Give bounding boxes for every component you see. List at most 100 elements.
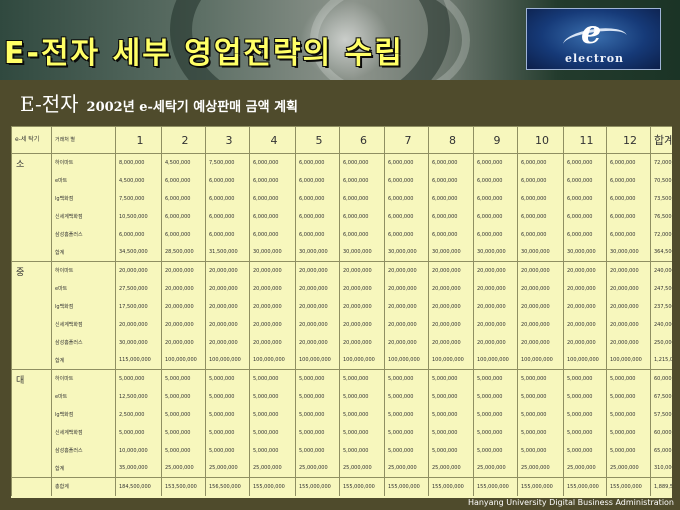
month-value: 6,000,000 <box>517 189 564 208</box>
grand-total-value: 155,000,000 <box>249 477 296 496</box>
month-value: 20,000,000 <box>205 315 250 334</box>
month-value: 20,000,000 <box>428 333 474 352</box>
month-value: 6,000,000 <box>249 171 296 190</box>
month-value: 20,000,000 <box>339 279 385 298</box>
month-value: 100,000,000 <box>517 351 564 370</box>
month-value: 30,000,000 <box>249 243 296 262</box>
month-value: 5,000,000 <box>384 441 429 460</box>
month-value: 5,000,000 <box>339 441 385 460</box>
month-value: 100,000,000 <box>249 351 296 370</box>
month-value: 20,000,000 <box>384 315 429 334</box>
month-value: 20,000,000 <box>249 297 296 316</box>
month-value: 6,000,000 <box>473 225 518 244</box>
table-row: 신세계백화점 5,000,000 5,000,000 5,000,000 5,000,0… <box>12 423 672 442</box>
header-month: 11 <box>563 126 607 154</box>
month-value: 5,000,000 <box>384 369 429 388</box>
electron-logo: e electron <box>526 8 661 70</box>
month-value: 6,000,000 <box>384 207 429 226</box>
row-total: 60,000,000 <box>650 423 672 442</box>
month-value: 25,000,000 <box>563 459 607 478</box>
month-value: 5,000,000 <box>161 423 206 442</box>
month-value: 30,000,000 <box>339 243 385 262</box>
month-value: 5,000,000 <box>473 441 518 460</box>
store-name: 합계 <box>51 351 116 370</box>
header-month: 3 <box>205 126 250 154</box>
month-value: 6,000,000 <box>473 189 518 208</box>
month-value: 20,000,000 <box>339 333 385 352</box>
month-value: 20,000,000 <box>428 315 474 334</box>
month-value: 6,000,000 <box>161 207 206 226</box>
month-value: 5,000,000 <box>563 405 607 424</box>
month-value: 6,000,000 <box>473 207 518 226</box>
month-value: 20,000,000 <box>161 315 206 334</box>
month-value: 25,000,000 <box>517 459 564 478</box>
month-value: 100,000,000 <box>205 351 250 370</box>
grand-total-value: 155,000,000 <box>428 477 474 496</box>
store-name: 하이마트 <box>51 369 116 388</box>
month-value: 2,500,000 <box>115 405 162 424</box>
grand-total-value: 184,500,000 <box>115 477 162 496</box>
row-total: 1,215,000,000 <box>650 351 672 370</box>
month-value: 20,000,000 <box>384 261 429 280</box>
month-value: 6,000,000 <box>606 189 651 208</box>
month-value: 5,000,000 <box>563 387 607 406</box>
row-total: 76,500,000 <box>650 207 672 226</box>
store-name: 신세계백화점 <box>51 207 116 226</box>
month-value: 6,000,000 <box>384 171 429 190</box>
month-value: 30,000,000 <box>295 243 340 262</box>
row-total: 60,000,000 <box>650 369 672 388</box>
month-value: 5,000,000 <box>473 387 518 406</box>
month-value: 6,000,000 <box>606 153 651 172</box>
month-value: 20,000,000 <box>517 261 564 280</box>
month-value: 30,000,000 <box>606 243 651 262</box>
store-name: 합계 <box>51 243 116 262</box>
month-value: 20,000,000 <box>384 279 429 298</box>
month-value: 25,000,000 <box>205 459 250 478</box>
month-value: 5,000,000 <box>249 405 296 424</box>
month-value: 6,000,000 <box>205 171 250 190</box>
month-value: 6,000,000 <box>517 153 564 172</box>
month-value: 6,000,000 <box>384 153 429 172</box>
grand-total-value: 155,000,000 <box>517 477 564 496</box>
row-total: 72,000,000 <box>650 153 672 172</box>
month-value: 28,500,000 <box>161 243 206 262</box>
month-value: 6,000,000 <box>606 207 651 226</box>
month-value: 100,000,000 <box>384 351 429 370</box>
month-value: 20,000,000 <box>473 261 518 280</box>
store-name: lg백화점 <box>51 189 116 208</box>
month-value: 35,000,000 <box>115 459 162 478</box>
table-row: 삼성홈플러스 30,000,000 20,000,000 20,000,000 20,0… <box>12 333 672 352</box>
month-value: 5,000,000 <box>339 369 385 388</box>
month-value: 30,000,000 <box>517 243 564 262</box>
month-value: 25,000,000 <box>339 459 385 478</box>
month-value: 6,000,000 <box>428 189 474 208</box>
month-value: 5,000,000 <box>295 441 340 460</box>
month-value: 20,000,000 <box>205 333 250 352</box>
row-total: 57,500,000 <box>650 405 672 424</box>
month-value: 6,000,000 <box>428 171 474 190</box>
page-title: E-전자 세부 영업전략의 수립 <box>4 36 404 71</box>
month-value: 20,000,000 <box>517 279 564 298</box>
store-name: 신세계백화점 <box>51 423 116 442</box>
row-total: 240,000,000 <box>650 261 672 280</box>
month-value: 6,000,000 <box>249 207 296 226</box>
month-value: 5,000,000 <box>249 441 296 460</box>
table-row: 합계 35,000,000 25,000,000 25,000,000 25,000,0… <box>12 459 672 478</box>
month-value: 5,000,000 <box>249 423 296 442</box>
store-name: 삼성홈플러스 <box>51 333 116 352</box>
month-value: 20,000,000 <box>563 297 607 316</box>
size-cell: 대 <box>11 369 52 478</box>
row-total: 310,000,000 <box>650 459 672 478</box>
month-value: 5,000,000 <box>517 387 564 406</box>
month-value: 5,000,000 <box>517 405 564 424</box>
month-value: 5,000,000 <box>295 369 340 388</box>
header-month: 5 <box>295 126 340 154</box>
month-value: 20,000,000 <box>517 315 564 334</box>
month-value: 20,000,000 <box>295 333 340 352</box>
month-value: 100,000,000 <box>473 351 518 370</box>
store-name: e마트 <box>51 279 116 298</box>
row-total: 247,500,000 <box>650 279 672 298</box>
month-value: 5,000,000 <box>161 441 206 460</box>
header-month: 6 <box>339 126 385 154</box>
month-value: 6,000,000 <box>517 171 564 190</box>
